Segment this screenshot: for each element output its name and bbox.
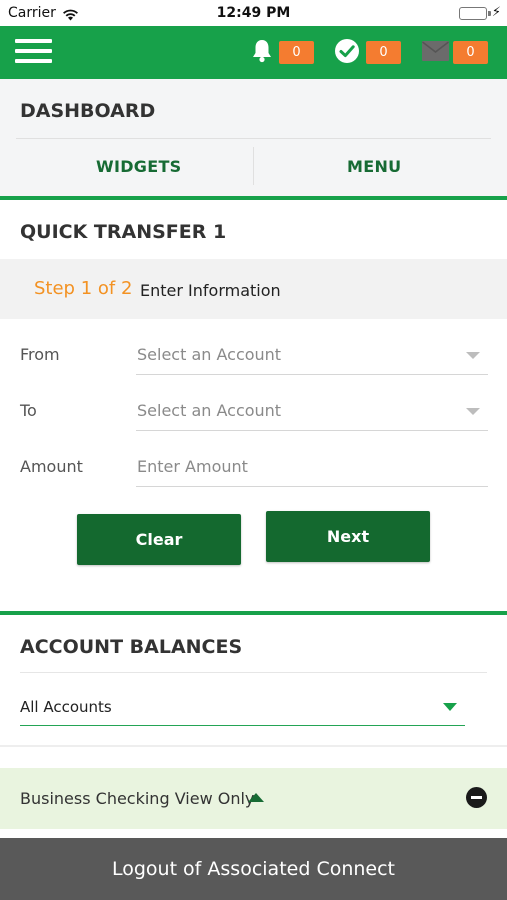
account-group-header[interactable]: Business Checking View Only — [0, 768, 507, 829]
tab-widgets[interactable]: WIDGETS — [96, 157, 181, 176]
bell-icon[interactable] — [251, 38, 273, 68]
amount-input[interactable]: Enter Amount — [136, 447, 488, 487]
from-label: From — [20, 345, 60, 364]
step-number: Step 1 of 2 — [34, 278, 133, 299]
chevron-up-icon — [248, 793, 264, 802]
battery-icon — [459, 7, 487, 20]
to-account-select[interactable]: Select an Account — [136, 391, 488, 431]
to-label: To — [20, 401, 37, 420]
divider — [20, 672, 487, 673]
next-button[interactable]: Next — [266, 511, 430, 562]
check-circle-icon[interactable] — [334, 38, 360, 68]
from-placeholder: Select an Account — [137, 345, 282, 364]
charging-icon: ⚡︎ — [491, 5, 501, 20]
chevron-down-icon — [443, 703, 457, 711]
page-title: DASHBOARD — [20, 100, 156, 122]
chevron-down-icon — [466, 352, 480, 359]
divider — [16, 138, 491, 139]
battery-tip — [488, 11, 491, 16]
to-placeholder: Select an Account — [137, 401, 282, 420]
notifications-badge[interactable]: 0 — [279, 41, 314, 64]
step-indicator: Step 1 of 2 Enter Information — [0, 259, 507, 319]
from-account-select[interactable]: Select an Account — [136, 335, 488, 375]
account-filter-select[interactable]: All Accounts — [20, 693, 465, 726]
collapse-icon[interactable] — [466, 787, 487, 808]
amount-placeholder: Enter Amount — [137, 457, 248, 476]
tab-menu[interactable]: MENU — [347, 157, 401, 176]
envelope-icon[interactable] — [422, 41, 449, 65]
messages-badge[interactable]: 0 — [453, 41, 488, 64]
chevron-down-icon — [466, 408, 480, 415]
step-label: Enter Information — [140, 281, 281, 300]
status-bar: Carrier 12:49 PM ⚡︎ — [0, 0, 507, 26]
account-group-label: Business Checking View Only — [20, 789, 255, 808]
section-divider — [0, 611, 507, 615]
divider — [0, 745, 507, 747]
account-balances-title: ACCOUNT BALANCES — [20, 636, 243, 658]
account-filter-value: All Accounts — [20, 698, 112, 716]
logout-button[interactable]: Logout of Associated Connect — [0, 838, 507, 900]
dashboard-panel: DASHBOARD WIDGETS MENU — [0, 79, 507, 196]
app-header: 0 0 0 — [0, 26, 507, 79]
approvals-badge[interactable]: 0 — [366, 41, 401, 64]
divider — [253, 147, 254, 185]
clear-button[interactable]: Clear — [77, 514, 241, 565]
section-divider — [0, 196, 507, 200]
hamburger-menu-icon[interactable] — [15, 39, 52, 65]
amount-label: Amount — [20, 457, 83, 476]
quick-transfer-title: QUICK TRANSFER 1 — [20, 221, 227, 243]
clock: 12:49 PM — [216, 5, 291, 21]
